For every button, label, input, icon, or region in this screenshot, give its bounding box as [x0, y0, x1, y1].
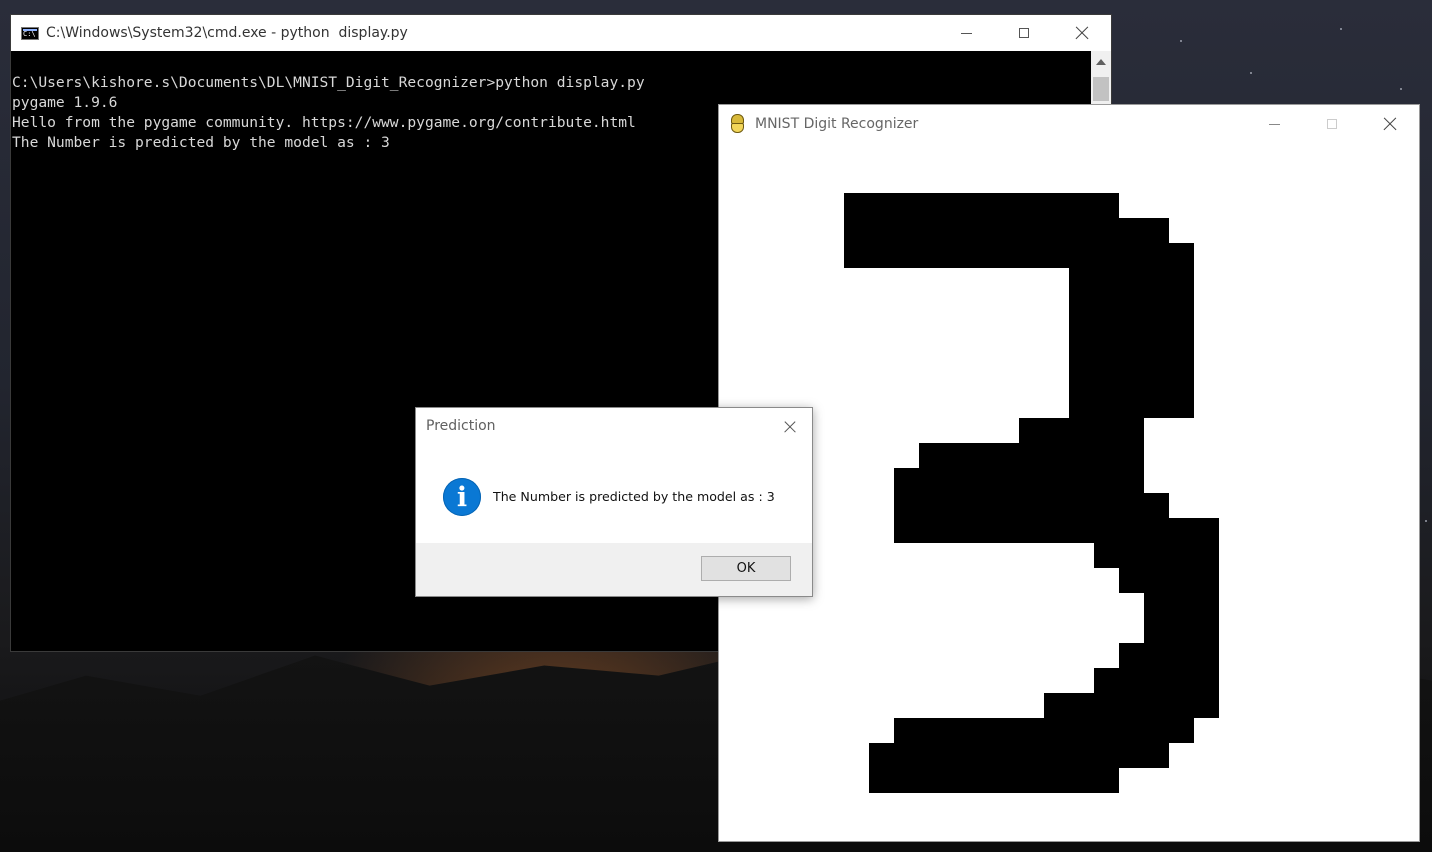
cmd-maximize-button[interactable] [995, 15, 1053, 51]
digit-pixel-block [1119, 568, 1219, 593]
prediction-dialog[interactable]: Prediction i The Number is predicted by … [415, 407, 813, 597]
digit-pixel-block [1119, 643, 1219, 668]
pygame-minimize-button[interactable] [1245, 105, 1303, 143]
minimize-icon [1268, 123, 1280, 125]
digit-pixel-block [1094, 543, 1169, 568]
digit-pixel-block [1069, 393, 1144, 418]
digit-pixel-block [894, 468, 1094, 518]
cmd-titlebar[interactable]: C:\Windows\System32\cmd.exe - python dis… [11, 15, 1111, 51]
ok-button[interactable]: OK [701, 556, 791, 581]
digit-pixel-block [894, 518, 1169, 543]
star [1180, 40, 1182, 42]
star [1400, 88, 1402, 90]
digit-pixel-block [869, 768, 1119, 793]
drawing-canvas[interactable] [719, 143, 1419, 841]
scrollbar-thumb[interactable] [1093, 77, 1109, 101]
cmd-minimize-button[interactable] [937, 15, 995, 51]
cmd-window-title: C:\Windows\System32\cmd.exe - python dis… [46, 25, 408, 41]
close-icon [1075, 26, 1089, 40]
pygame-window[interactable]: MNIST Digit Recognizer [718, 104, 1420, 842]
pygame-close-button[interactable] [1361, 105, 1419, 143]
pygame-window-title: MNIST Digit Recognizer [755, 116, 919, 132]
dialog-title: Prediction [426, 418, 496, 434]
digit-pixel-block [1094, 468, 1144, 518]
star [1340, 28, 1342, 30]
digit-pixel-block [1019, 418, 1144, 443]
star [1425, 520, 1427, 522]
scroll-up-button[interactable] [1091, 51, 1111, 73]
maximize-icon [1327, 119, 1337, 129]
maximize-icon [1019, 28, 1029, 38]
pygame-snake-icon [729, 114, 747, 134]
dialog-close-button[interactable] [768, 408, 812, 446]
cmd-app-icon [21, 26, 39, 40]
minimize-icon [960, 32, 972, 34]
digit-pixel-block [869, 743, 1169, 768]
star [1250, 72, 1252, 74]
digit-pixel-block [1044, 693, 1219, 718]
dialog-message: The Number is predicted by the model as … [493, 489, 775, 504]
digit-pixel-block [919, 443, 1144, 468]
console-line: C:\Users\kishore.s\Documents\DL\MNIST_Di… [12, 74, 645, 91]
dialog-footer: OK [416, 543, 812, 596]
arrow-up-icon [1096, 59, 1106, 65]
digit-pixel-block [1119, 218, 1169, 243]
info-icon: i [443, 478, 481, 516]
digit-pixel-block [894, 718, 1194, 743]
pygame-maximize-button[interactable] [1303, 105, 1361, 143]
close-icon [783, 420, 797, 434]
digit-pixel-block [1144, 493, 1169, 518]
dialog-titlebar[interactable]: Prediction [416, 408, 812, 446]
digit-pixel-block [1094, 293, 1119, 318]
close-icon [1383, 117, 1397, 131]
pygame-titlebar[interactable]: MNIST Digit Recognizer [719, 105, 1419, 143]
digit-pixel-block [1069, 268, 1119, 293]
digit-pixel-block [1144, 593, 1219, 643]
digit-pixel-block [1094, 318, 1119, 393]
digit-pixel-block [1094, 668, 1219, 693]
dialog-body: i The Number is predicted by the model a… [416, 446, 812, 543]
cmd-close-button[interactable] [1053, 15, 1111, 51]
